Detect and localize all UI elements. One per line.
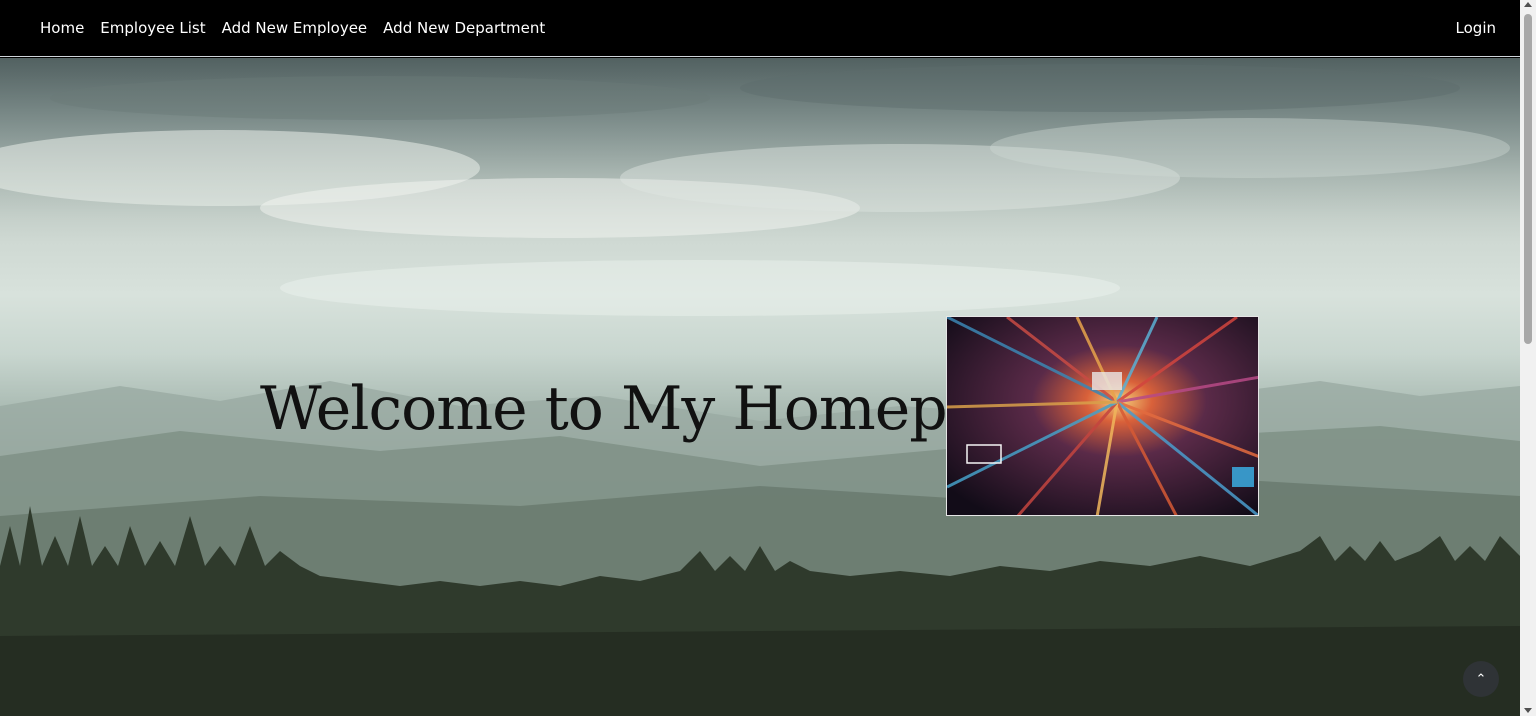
scroll-down-arrow-icon[interactable] [1524, 708, 1532, 713]
welcome-heading: Welcome to My Homepage [260, 374, 1054, 444]
nav-employee-list-link[interactable]: Employee List [92, 19, 213, 37]
scroll-up-arrow-icon[interactable] [1524, 2, 1532, 7]
login-link[interactable]: Login [1456, 19, 1496, 37]
chevron-up-icon: ⌃ [1475, 671, 1487, 687]
scroll-to-top-button[interactable]: ⌃ [1463, 661, 1499, 697]
page-scrollbar[interactable] [1520, 0, 1536, 716]
nav-links: Home Employee List Add New Employee Add … [32, 19, 553, 37]
hero-section: Welcome to My Homepage ⌃ [0, 58, 1520, 716]
top-navbar: Home Employee List Add New Employee Add … [0, 0, 1520, 57]
city-aerial-image [946, 316, 1259, 516]
cloud-layer [0, 58, 1520, 316]
scrollbar-thumb[interactable] [1524, 14, 1532, 344]
nav-add-department-link[interactable]: Add New Department [375, 19, 553, 37]
nav-home-link[interactable]: Home [32, 19, 92, 37]
nav-add-employee-link[interactable]: Add New Employee [214, 19, 376, 37]
city-image-graphic [947, 317, 1258, 515]
